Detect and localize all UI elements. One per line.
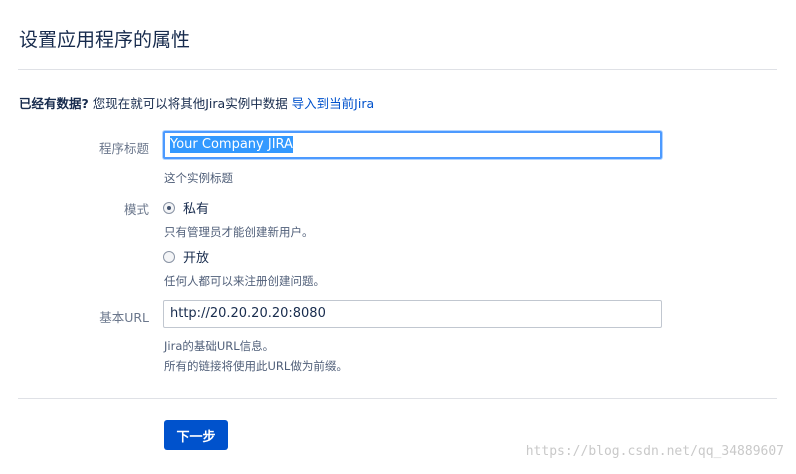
import-link[interactable]: 导入到当前Jira [292,96,374,111]
mode-private-help: 只有管理员才能创建新用户。 [164,225,314,239]
app-title-value: Your Company JIRA [170,136,293,153]
base-url-label: 基本URL [99,310,149,325]
mode-private-label: 私有 [183,202,210,217]
page-title: 设置应用程序的属性 [19,29,191,51]
watermark: https://blog.csdn.net/qq_34889607 [525,444,784,459]
mode-private-radio[interactable] [163,201,175,214]
app-title-label: 程序标题 [98,141,149,156]
mode-public-help: 任何人都可以来注册创建问题。 [164,274,325,288]
mode-public-radio[interactable] [163,250,175,263]
base-url-help-2: 所有的链接将使用此URL做为前缀。 [164,359,348,373]
import-notice: 已经有数据? 您现在就可以将其他Jira实例中数据 导入到当前Jira [19,93,374,112]
import-notice-strong: 已经有数据? [19,96,89,111]
mode-public-label: 开放 [183,251,210,266]
import-notice-text: 您现在就可以将其他Jira实例中数据 [88,96,292,111]
app-title-input[interactable]: Your Company JIRA [163,131,662,159]
mode-private-option[interactable]: 私有 [163,198,209,217]
mode-label: 模式 [123,202,149,217]
app-title-help: 这个实例标题 [164,171,233,185]
top-divider [18,69,777,70]
mode-public-option[interactable]: 开放 [163,247,209,266]
base-url-input[interactable]: http://20.20.20.20:8080 [163,300,662,328]
base-url-help-1: Jira的基础URL信息。 [164,339,275,353]
bottom-divider [18,398,777,399]
next-button[interactable]: 下一步 [164,420,228,450]
base-url-value: http://20.20.20.20:8080 [170,306,326,321]
